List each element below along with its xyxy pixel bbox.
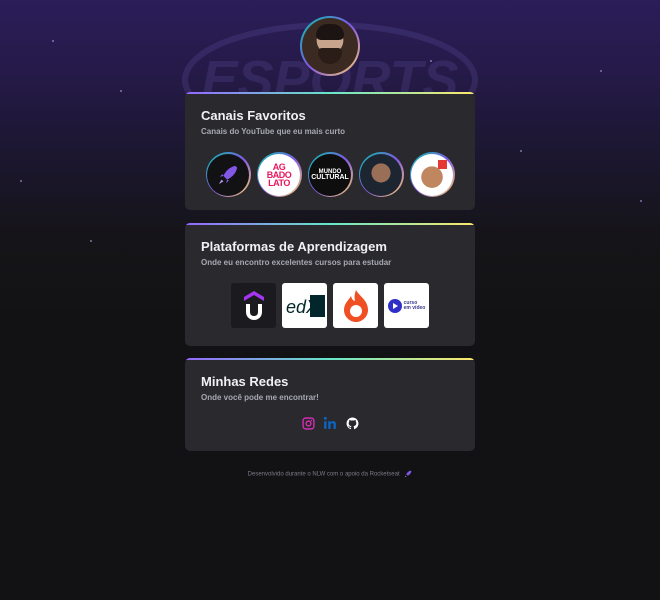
learning-platforms-title: Plataformas de Aprendizagem xyxy=(201,239,387,254)
agbadolato-logo: AG BADO LATO xyxy=(258,153,300,196)
udemy-icon xyxy=(243,290,264,320)
footer-text: Desenvolvido durante o NLW com o apoio d… xyxy=(247,471,400,478)
profile-photo xyxy=(302,18,358,74)
channel-person-1[interactable] xyxy=(358,152,404,197)
channel-agbadolato[interactable]: AG BADO LATO xyxy=(256,152,302,197)
play-icon xyxy=(387,298,402,313)
favorite-channels-subtitle: Canais do YouTube que eu mais curto xyxy=(201,127,346,136)
mundo-cultural-logo: MUNDO CULTURAL xyxy=(309,153,351,196)
favorite-channels-card: Canais Favoritos Canais do YouTube que e… xyxy=(185,92,475,210)
platforms-list: edX curso em vídeo xyxy=(201,283,459,328)
github-icon xyxy=(346,417,358,429)
edx-label: edX xyxy=(286,297,319,317)
learning-platforms-card: Plataformas de Aprendizagem Onde eu enco… xyxy=(185,223,475,346)
favorite-channels-title: Canais Favoritos xyxy=(201,108,306,123)
hotmart-icon xyxy=(343,289,368,322)
channel-mundo-cultural[interactable]: MUNDO CULTURAL xyxy=(307,152,353,197)
profile-avatar[interactable] xyxy=(300,16,360,76)
channels-list: AG BADO LATO MUNDO CULTURAL xyxy=(201,152,459,197)
social-networks-title: Minhas Redes xyxy=(201,374,289,389)
linkedin-icon xyxy=(323,416,336,429)
rocket-icon xyxy=(404,470,412,478)
edx-icon: edX xyxy=(286,294,325,317)
platform-label-line: em vídeo xyxy=(403,304,426,311)
instagram-link[interactable] xyxy=(301,416,315,430)
platform-curso-em-video[interactable]: curso em vídeo xyxy=(384,283,429,328)
channel-label-line: LATO xyxy=(268,177,290,188)
learning-platforms-subtitle: Onde eu encontro excelentes cursos para … xyxy=(201,258,392,267)
flag-icon xyxy=(438,159,447,169)
footer: Desenvolvido durante o NLW com o apoio d… xyxy=(0,470,660,478)
channel-avatar xyxy=(360,153,402,196)
platform-hotmart[interactable] xyxy=(333,283,378,328)
social-links xyxy=(201,416,459,430)
linkedin-link[interactable] xyxy=(323,416,337,430)
social-networks-card: Minhas Redes Onde você pode me encontrar… xyxy=(185,358,475,451)
channel-rocketseat[interactable] xyxy=(205,152,251,197)
rocket-icon xyxy=(218,165,238,184)
platform-udemy[interactable] xyxy=(231,283,276,328)
channel-label-line: CULTURAL xyxy=(311,173,349,181)
channel-person-2[interactable] xyxy=(409,152,455,197)
rocketseat-logo xyxy=(207,153,249,196)
github-link[interactable] xyxy=(345,416,359,430)
channel-avatar xyxy=(411,153,453,196)
curso-em-video-label: curso em vídeo xyxy=(403,300,426,311)
instagram-icon xyxy=(301,416,315,430)
platform-edx[interactable]: edX xyxy=(282,283,327,328)
social-networks-subtitle: Onde você pode me encontrar! xyxy=(201,393,319,402)
